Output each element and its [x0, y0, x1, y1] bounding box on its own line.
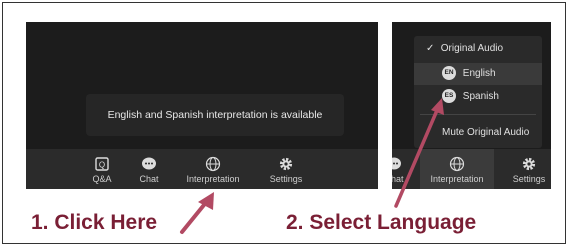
interpretation-label: Interpretation [430, 174, 484, 184]
svg-text:Q: Q [99, 161, 105, 170]
settings-label: Settings [269, 174, 303, 184]
interpretation-button-active[interactable]: Interpretation [420, 149, 494, 189]
menu-item-mute-original[interactable]: Mute Original Audio [414, 122, 542, 144]
menu-item-english[interactable]: EN English [414, 63, 542, 85]
toolbar-left: Q Q&A Chat Interpretation Settings [26, 149, 378, 189]
language-menu: ✓ Original Audio EN English ES Spanish M… [414, 36, 542, 148]
english-label: English [462, 68, 496, 79]
spanish-label: Spanish [462, 91, 499, 102]
menu-item-original-audio[interactable]: ✓ Original Audio [414, 38, 542, 60]
meeting-view-left: English and Spanish interpretation is av… [26, 22, 378, 189]
chat-button[interactable]: Chat [132, 149, 166, 189]
meeting-view-right: ✓ Original Audio EN English ES Spanish M… [392, 22, 551, 189]
chat-icon [392, 157, 401, 170]
gear-icon [279, 157, 293, 171]
english-badge-icon: EN [442, 66, 456, 81]
qa-label: Q&A [92, 174, 112, 184]
chat-label: Chat [392, 174, 404, 184]
spanish-badge-icon: ES [442, 89, 456, 104]
qa-button[interactable]: Q Q&A [83, 149, 121, 189]
original-audio-label: Original Audio [440, 43, 504, 54]
menu-item-spanish[interactable]: ES Spanish [414, 86, 542, 108]
step-2-caption: 2. Select Language [286, 211, 477, 234]
step-1-caption: 1. Click Here [31, 211, 158, 234]
menu-divider [420, 114, 536, 115]
globe-icon [449, 156, 465, 172]
globe-icon [205, 156, 221, 172]
gear-icon [522, 157, 536, 171]
interpretation-label: Interpretation [186, 174, 240, 184]
chat-button-partial[interactable]: Chat [392, 149, 410, 189]
chat-label: Chat [139, 174, 159, 184]
qa-icon: Q [95, 157, 109, 171]
toolbar-right: Chat Interpretation Settings [392, 149, 551, 189]
chat-icon [142, 157, 156, 170]
mute-original-label: Mute Original Audio [442, 127, 530, 138]
settings-label: Settings [512, 174, 546, 184]
interpretation-toast: English and Spanish interpretation is av… [86, 94, 344, 136]
settings-button[interactable]: Settings [506, 149, 551, 189]
checkmark-icon: ✓ [426, 43, 435, 54]
settings-button[interactable]: Settings [264, 149, 308, 189]
interpretation-button[interactable]: Interpretation [178, 149, 248, 189]
